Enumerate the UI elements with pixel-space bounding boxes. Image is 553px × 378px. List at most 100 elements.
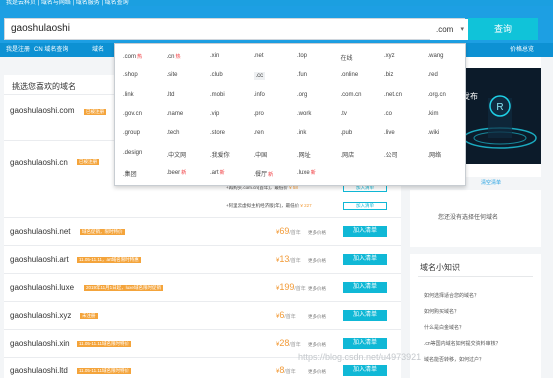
knowledge-link[interactable]: 域名能否转移，如何过户？ [424,356,484,363]
tld-option[interactable]: .中国 [254,150,268,159]
tld-option[interactable]: .com热 [123,53,142,60]
hot-badge: 新 [181,169,187,176]
add-to-list-button[interactable]: 加入清单 [343,282,387,293]
more-prices-link[interactable]: 更多价格 [308,286,326,292]
tld-option-label: .red [427,72,438,79]
knowledge-link[interactable]: 什么是白金域名？ [424,324,464,331]
tld-option[interactable]: .pro [254,111,264,117]
tld-option[interactable]: .club [210,72,223,78]
add-to-list-button[interactable]: 加入清单 [343,226,387,237]
tld-option[interactable]: .wang [428,53,444,59]
tld-option[interactable]: .art新 [210,169,225,176]
price-value: 28 [279,338,290,348]
knowledge-link[interactable]: 如何选择适合您的域名？ [424,292,479,299]
knowledge-link[interactable]: 如何购买域名？ [424,308,459,315]
more-prices-link[interactable]: 更多价格 [308,314,326,320]
tld-option[interactable]: .公司 [384,150,398,159]
tld-option[interactable]: .com.cn [341,92,362,98]
add-to-list-button[interactable]: 加入清单 [343,310,387,321]
add-to-list-button[interactable]: 加入清单 [343,254,387,265]
tld-option[interactable]: .live [384,130,395,136]
tld-option[interactable]: .net.cn [384,92,402,98]
tld-option[interactable]: .cn热 [167,53,181,60]
tld-option[interactable]: .gov.cn [123,111,142,117]
tld-option[interactable]: .餐厅新 [254,169,274,178]
subnav-item-register[interactable]: 我是注册 [6,43,30,57]
divider [418,276,533,277]
tld-option[interactable]: .vip [210,111,219,117]
add-to-list-button[interactable]: 加入清单 [343,338,387,349]
tld-option[interactable]: .luxe新 [297,169,316,176]
clear-list-link[interactable]: 清空清单 [481,179,501,186]
tld-option[interactable]: .work [297,111,311,117]
tld-option[interactable]: .red [428,72,438,78]
tld-option[interactable]: .net [254,53,264,59]
tld-option[interactable]: .org.cn [428,92,446,98]
domain-search-input[interactable]: gaoshulaoshi [4,18,465,40]
tld-option-label: .cn [166,54,175,60]
tld-option-label: .kim [427,110,439,117]
tld-option[interactable]: .ren [254,130,264,136]
tld-option-label: .live [384,130,395,137]
tld-option[interactable]: .info [254,92,265,98]
query-button[interactable]: 查询 [468,18,538,40]
tld-option-label: .org [297,91,308,98]
tld-option[interactable]: .site [167,72,178,78]
tld-option[interactable]: .name [167,111,184,117]
tld-option[interactable]: .我爱你 [210,150,230,159]
tld-option[interactable]: .ltd [167,92,175,98]
more-prices-link[interactable]: 更多价格 [308,230,326,236]
tld-option[interactable]: .wiki [428,130,440,136]
subnav-item-price-overview[interactable]: 价格总览 [510,43,534,57]
tld-option-label: .fun [297,72,308,79]
tld-select[interactable]: .com ▾ [430,19,468,40]
hot-badge: 热 [175,54,181,60]
tld-option[interactable]: .store [210,130,225,136]
tld-option[interactable]: .集团 [123,169,137,178]
tld-option[interactable]: .pub [341,130,353,136]
tld-option[interactable]: .group [123,130,140,136]
tld-option-label: .tech [166,130,180,137]
subnav-item-domain[interactable]: 域名 [92,43,104,57]
tld-option-label: .net.cn [384,91,403,98]
tld-option[interactable]: .网店 [341,150,355,159]
svg-text:R: R [496,102,503,113]
more-prices-link[interactable]: 更多价格 [308,369,326,375]
more-prices-link[interactable]: 更多价格 [308,258,326,264]
tld-option[interactable]: .online [341,72,359,78]
tld-option[interactable]: .xyz [384,53,395,59]
tld-option[interactable]: .cc [253,72,266,81]
tld-option[interactable]: .tv [341,111,347,117]
promo-badge: 11.05-11.11，art域名限时特惠 [77,257,141,263]
tld-option[interactable]: .beer新 [167,169,187,176]
tld-option[interactable]: .org [297,92,307,98]
tld-option[interactable]: .top [297,53,307,59]
domain-price: ¥28/首年 [276,338,301,348]
tld-option[interactable]: .xin [210,53,219,59]
add-to-list-button[interactable]: 加入清单 [343,202,387,210]
tld-option[interactable]: .中文网 [167,150,187,159]
tld-option[interactable]: .kim [428,111,439,117]
domain-name: gaoshulaoshi.xin [10,339,70,348]
tld-option[interactable]: .shop [123,72,138,78]
domain-price: ¥6/首年 [276,310,296,320]
tld-option[interactable]: .tech [167,130,180,136]
tld-option[interactable]: .ink [297,130,306,136]
add-to-list-button[interactable]: 加入清单 [343,365,387,376]
tld-option[interactable]: .co [384,111,392,117]
tld-option[interactable]: .网址 [297,150,311,159]
tld-option-label: .餐厅 [253,171,268,178]
promo-badge: 11.05-11.11域名限时特价 [77,368,132,374]
tld-option[interactable]: .网络 [428,150,442,159]
tld-option[interactable]: .mobi [210,92,225,98]
tld-option[interactable]: .link [123,92,134,98]
tld-option-label: .ink [297,130,307,137]
tld-option[interactable]: 在线 [341,53,353,62]
subnav-item-cn[interactable]: CN 域名查询 [34,43,68,57]
tld-option[interactable]: .fun [297,72,307,78]
knowledge-link[interactable]: .cn等国内域名如何提交资料审核？ [424,340,501,347]
tld-option[interactable]: .design [123,150,142,156]
tld-option[interactable]: .biz [384,72,393,78]
more-prices-link[interactable]: 更多价格 [308,342,326,348]
knowledge-title: 域名小知识 [420,263,460,272]
